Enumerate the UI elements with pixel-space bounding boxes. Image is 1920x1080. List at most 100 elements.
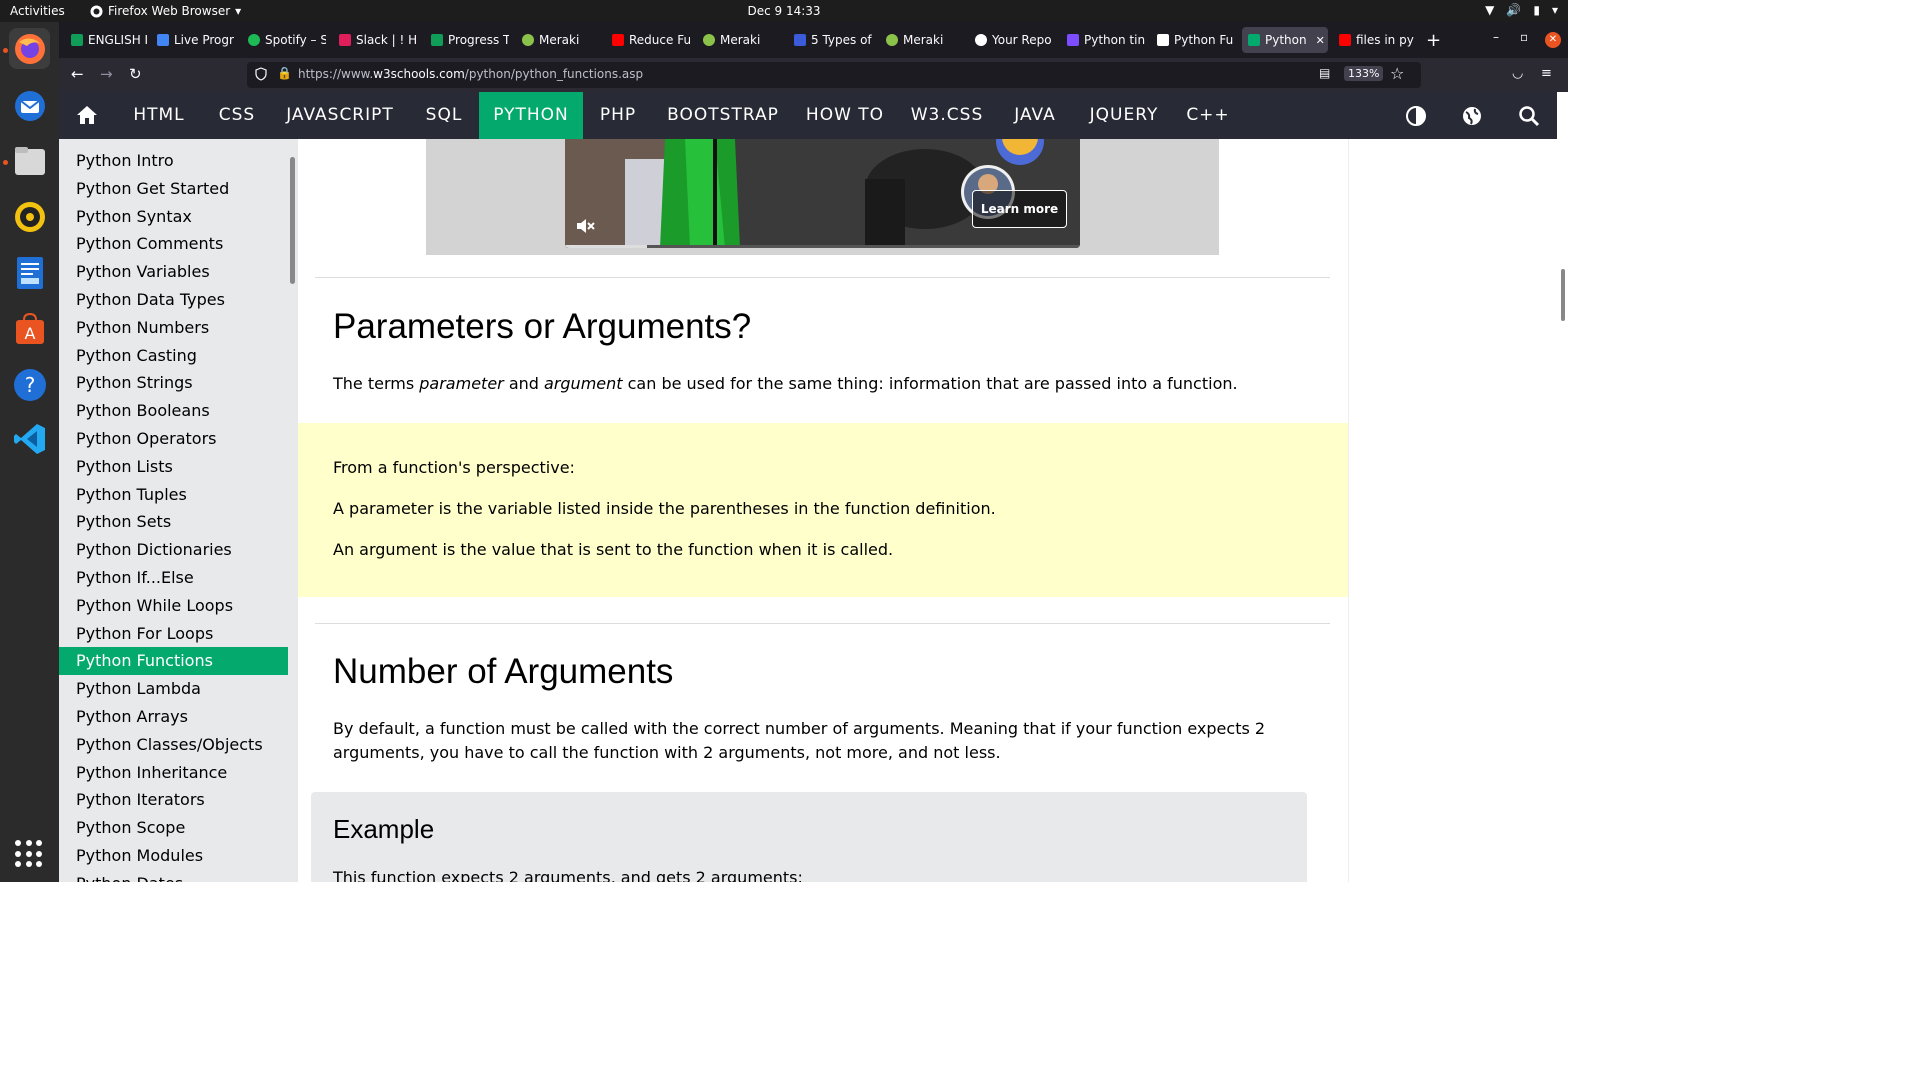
sidebar-item-python-numbers[interactable]: Python Numbers [59, 314, 288, 342]
bookmark-star-icon[interactable]: ☆ [1390, 64, 1404, 83]
dock-firefox[interactable] [9, 28, 50, 69]
note-box: From a function's perspective: A paramet… [298, 423, 1348, 597]
globe-icon[interactable] [1461, 105, 1483, 127]
video-player[interactable]: Learn more [565, 139, 1080, 248]
sidebar-item-python-modules[interactable]: Python Modules [59, 842, 288, 870]
minimize-button[interactable]: – [1493, 30, 1499, 44]
sidebar-item-python-get-started[interactable]: Python Get Started [59, 175, 288, 203]
sidebar-item-python-functions[interactable]: Python Functions [59, 647, 288, 675]
sidebar-item-python-dictionaries[interactable]: Python Dictionaries [59, 536, 288, 564]
new-tab-button[interactable]: + [1426, 30, 1441, 51]
tab[interactable]: Meraki [880, 27, 964, 53]
page-scrollbar[interactable] [1559, 92, 1568, 882]
dock-thunderbird[interactable] [9, 85, 50, 126]
tab[interactable]: files in py [1333, 27, 1417, 53]
sidebar-item-python-sets[interactable]: Python Sets [59, 508, 288, 536]
reload-button[interactable]: ↻ [129, 65, 142, 83]
tab[interactable]: Meraki [516, 27, 600, 53]
dock-vscode[interactable] [9, 418, 50, 459]
sidebar-item-python-classes-objects[interactable]: Python Classes/Objects [59, 731, 288, 759]
pocket-icon[interactable]: ◡ [1512, 66, 1523, 81]
tab[interactable]: Python tin [1061, 27, 1145, 53]
nav-sql[interactable]: SQL [413, 92, 475, 139]
tab[interactable]: ENGLISH I [65, 27, 149, 53]
tab[interactable]: Progress T [425, 27, 509, 53]
tab-active[interactable]: Python ✕ [1242, 27, 1328, 53]
reader-view-icon[interactable]: ▤ [1319, 66, 1330, 80]
sidebar-item-python-iterators[interactable]: Python Iterators [59, 786, 288, 814]
nav-w3css[interactable]: W3.CSS [905, 92, 989, 139]
tab-label: 5 Types of [811, 33, 872, 47]
restore-button[interactable]: ▫ [1520, 30, 1528, 44]
sidebar-item-python-variables[interactable]: Python Variables [59, 258, 288, 286]
tab[interactable]: Slack | ! Hi [333, 27, 417, 53]
dock-rhythmbox[interactable] [9, 196, 50, 237]
show-apps-button[interactable] [15, 840, 43, 868]
search-icon[interactable] [1518, 105, 1540, 127]
menu-icon[interactable]: ≡ [1541, 66, 1552, 81]
forward-button[interactable]: → [100, 65, 113, 83]
sidebar-item-python-intro[interactable]: Python Intro [59, 147, 288, 175]
tab-label: Meraki [720, 33, 761, 47]
clock[interactable]: Dec 9 14:33 [0, 4, 1568, 18]
dock-software[interactable]: A [9, 308, 50, 349]
nav-html[interactable]: HTML [123, 92, 195, 139]
tab[interactable]: Spotify – S [242, 27, 326, 53]
tab[interactable]: 5 Types of [788, 27, 872, 53]
nav-bootstrap[interactable]: BOOTSTRAP [661, 92, 785, 139]
video-progress-bar[interactable] [565, 245, 1080, 248]
tab[interactable]: Python Fu [1151, 27, 1235, 53]
sidebar-item-python-scope[interactable]: Python Scope [59, 814, 288, 842]
page-scrollbar-thumb[interactable] [1561, 269, 1565, 321]
python-icon [157, 34, 169, 46]
sidebar-item-python-inheritance[interactable]: Python Inheritance [59, 759, 288, 787]
sidebar-item-python-booleans[interactable]: Python Booleans [59, 397, 288, 425]
nav-css[interactable]: CSS [207, 92, 267, 139]
sidebar-item-python-tuples[interactable]: Python Tuples [59, 481, 288, 509]
sidebar-item-python-lambda[interactable]: Python Lambda [59, 675, 288, 703]
dock-files[interactable] [9, 140, 50, 181]
sidebar-item-python-for-loops[interactable]: Python For Loops [59, 620, 288, 648]
tab[interactable]: Reduce Fu [606, 27, 690, 53]
learn-more-button[interactable]: Learn more [972, 190, 1067, 228]
sheets-icon [431, 34, 443, 46]
nav-java[interactable]: JAVA [1005, 92, 1065, 139]
lock-icon[interactable]: 🔒 [277, 66, 292, 80]
system-tray[interactable]: ▼ 🔊 ▮ ▾ [1485, 3, 1558, 17]
sidebar-item-python-syntax[interactable]: Python Syntax [59, 203, 288, 231]
meraki-icon [703, 34, 715, 46]
dock-writer[interactable] [9, 252, 50, 293]
nav-howto[interactable]: HOW TO [801, 92, 889, 139]
sidebar-item-python-strings[interactable]: Python Strings [59, 369, 288, 397]
nav-python[interactable]: PYTHON [479, 92, 583, 139]
sidebar-item-python-casting[interactable]: Python Casting [59, 342, 288, 370]
sidebar-item-python-if-else[interactable]: Python If...Else [59, 564, 288, 592]
tab[interactable]: Live Progr [151, 27, 235, 53]
sidebar-scrollbar[interactable] [290, 157, 295, 284]
system-top-bar: Activities Firefox Web Browser ▾ Dec 9 1… [0, 0, 1568, 22]
sidebar-item-python-operators[interactable]: Python Operators [59, 425, 288, 453]
tab[interactable]: Your Repo [969, 27, 1053, 53]
sidebar-item-python-data-types[interactable]: Python Data Types [59, 286, 288, 314]
muted-speaker-icon[interactable] [575, 217, 595, 235]
url-text[interactable]: https://www.w3schools.com/python/python_… [298, 67, 643, 81]
dock-help[interactable]: ? [9, 364, 50, 405]
address-bar[interactable]: 🔒 https://www.w3schools.com/python/pytho… [247, 62, 1421, 88]
nav-php[interactable]: PHP [591, 92, 645, 139]
sidebar-item-python-arrays[interactable]: Python Arrays [59, 703, 288, 731]
sidebar-item-python-dates[interactable]: Python Dates [59, 870, 288, 882]
nav-jquery[interactable]: JQUERY [1081, 92, 1167, 139]
sidebar-item-python-lists[interactable]: Python Lists [59, 453, 288, 481]
tab[interactable]: Meraki [697, 27, 781, 53]
sidebar-item-python-comments[interactable]: Python Comments [59, 230, 288, 258]
dark-mode-icon[interactable] [1405, 105, 1427, 127]
back-button[interactable]: ← [71, 65, 84, 83]
close-tab-icon[interactable]: ✕ [1316, 34, 1325, 47]
nav-javascript[interactable]: JAVASCRIPT [279, 92, 401, 139]
zoom-level[interactable]: 133% [1344, 66, 1384, 81]
sidebar-item-python-while-loops[interactable]: Python While Loops [59, 592, 288, 620]
nav-cpp[interactable]: C++ [1183, 92, 1233, 139]
home-icon[interactable] [76, 105, 98, 125]
shield-icon[interactable] [255, 67, 267, 81]
close-window-button[interactable]: ✕ [1545, 32, 1561, 48]
